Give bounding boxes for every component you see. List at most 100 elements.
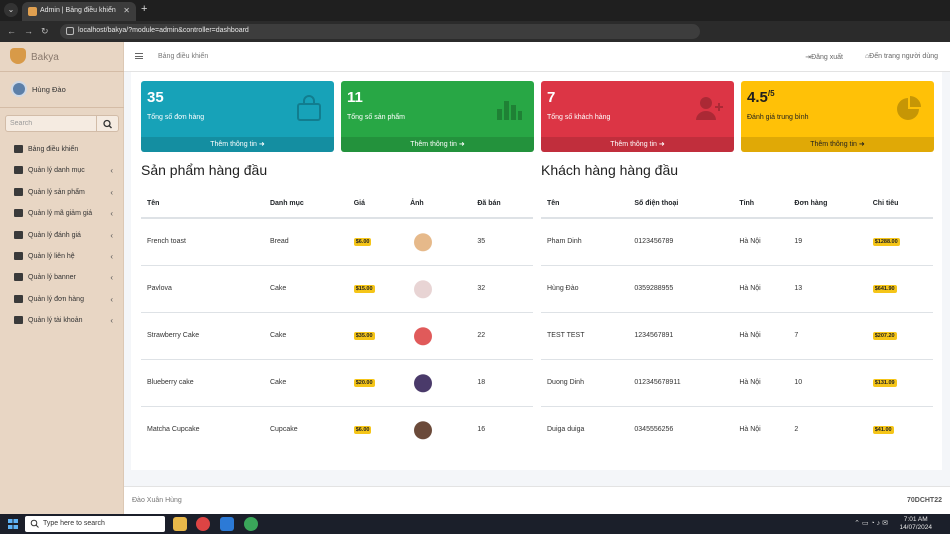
stat-value: 7	[547, 89, 556, 106]
sidebar-item-0[interactable]: Bảng điều khiển	[0, 139, 124, 160]
url-field[interactable]: localhost/bakya/?module=admin&controller…	[60, 24, 700, 39]
product-name: Pavlova	[141, 264, 264, 312]
taskbar-search[interactable]: Type here to search	[25, 516, 165, 532]
reload-icon[interactable]: ↻	[41, 26, 49, 37]
sidebar-item-3[interactable]: Quản lý mã giảm giá ‹	[0, 203, 124, 224]
sidebar-item-label: Quản lý tài khoản	[28, 317, 83, 325]
stat-label: Đánh giá trung bình	[747, 114, 809, 121]
file-explorer-icon[interactable]	[173, 517, 187, 531]
tab-search-button[interactable]: ⌄	[4, 3, 18, 17]
column-header[interactable]: Tên	[141, 189, 264, 219]
spent-badge: $41.00	[872, 425, 894, 434]
table-row[interactable]: French toast Bread $6.00 35	[141, 217, 533, 265]
gift-icon	[14, 209, 23, 218]
customer-orders: 7	[788, 311, 867, 359]
search-button[interactable]	[97, 115, 119, 132]
stat-label: Tổng số đơn hàng	[147, 114, 205, 121]
stat-box-2: 7 Tổng số khách hàng Thêm thông tin ➜	[541, 81, 734, 152]
top-products-table: Tên Danh mục Giá Ảnh Đã bán French toast Brea…	[141, 189, 533, 453]
chevron-left-icon: ‹	[110, 251, 113, 261]
back-icon[interactable]: ←	[7, 26, 16, 36]
site-info-icon[interactable]	[66, 27, 74, 35]
more-info-link[interactable]: Thêm thông tin ➜	[541, 137, 734, 152]
avatar	[11, 81, 27, 97]
table-row[interactable]: Hùng Đào 0359288955 Hà Nội 13 $641.90	[541, 264, 933, 312]
chrome-icon[interactable]	[196, 517, 210, 531]
logout-link[interactable]: ⇥Đăng xuất	[805, 53, 843, 61]
envelope-icon	[14, 251, 23, 260]
brand-name: Bakya	[31, 52, 59, 63]
spent-cell: $207.20	[866, 311, 933, 359]
column-header[interactable]: Chi tiêu	[866, 189, 933, 219]
user-name: Hùng Đào	[32, 85, 66, 94]
sidebar-item-8[interactable]: Quản lý tài khoản ‹	[0, 310, 124, 331]
browser-tab[interactable]: Admin | Bảng điều khiển ✕	[22, 2, 136, 21]
table-row[interactable]: Pavlova Cake $15.00 32	[141, 264, 533, 312]
stat-label: Tổng số khách hàng	[547, 114, 611, 121]
column-header[interactable]: Số điện thoại	[628, 189, 734, 219]
table-row[interactable]: Strawberry Cake Cake $35.00 22	[141, 311, 533, 359]
chevron-left-icon: ‹	[110, 273, 113, 283]
sidebar-item-6[interactable]: Quản lý banner ‹	[0, 267, 124, 288]
customer-phone: 0345556256	[628, 405, 734, 453]
new-tab-button[interactable]: +	[141, 4, 147, 15]
search-icon	[103, 119, 112, 129]
table-row[interactable]: Matcha Cupcake Cupcake $6.00 16	[141, 405, 533, 453]
table-row[interactable]: Duiga duiga 0345556256 Hà Nội 2 $41.00	[541, 405, 933, 453]
system-tray-icons[interactable]: ⌃ ▭ ◔ ♪ ✉	[854, 519, 888, 527]
column-header[interactable]: Tỉnh	[733, 189, 789, 219]
chevron-left-icon: ‹	[110, 316, 113, 326]
customer-name: TEST TEST	[541, 311, 629, 359]
windows-start-icon[interactable]	[8, 519, 18, 529]
user-panel[interactable]: Hùng Đào	[0, 72, 124, 108]
column-header[interactable]: Ảnh	[404, 189, 472, 219]
table-row[interactable]: Pham Dinh 0123456789 Hà Nội 19 $1288.00	[541, 217, 933, 265]
top-navbar: Bảng điều khiển ⇥Đăng xuất ⌂Đến trang ng…	[124, 42, 950, 72]
sidebar-item-label: Quản lý đánh giá	[28, 231, 81, 239]
more-info-link[interactable]: Thêm thông tin ➜	[341, 137, 534, 152]
app-icon[interactable]	[244, 517, 258, 531]
sidebar-item-7[interactable]: Quản lý đơn hàng ‹	[0, 289, 124, 310]
more-info-link[interactable]: Thêm thông tin ➜	[741, 137, 934, 152]
price-badge: $6.00	[353, 425, 372, 434]
arrow-circle-right-icon: ➜	[656, 141, 665, 148]
tab-title: Admin | Bảng điều khiển	[40, 7, 116, 14]
sidebar-item-1[interactable]: Quản lý danh mục ‹	[0, 160, 124, 181]
forward-icon[interactable]: →	[24, 26, 33, 36]
column-header[interactable]: Danh mục	[263, 189, 348, 219]
table-row[interactable]: Blueberry cake Cake $20.00 18	[141, 358, 533, 406]
price-cell: $35.00	[347, 311, 405, 359]
sidebar-item-5[interactable]: Quản lý liên hệ ‹	[0, 246, 124, 267]
search-icon	[30, 519, 39, 528]
price-badge: $35.00	[353, 331, 375, 340]
customer-name: Duong Dinh	[541, 358, 629, 406]
pie-chart-icon	[895, 95, 923, 121]
table-row[interactable]: TEST TEST 1234567891 Hà Nội 7 $207.20	[541, 311, 933, 359]
sidebar-item-2[interactable]: Quản lý sản phẩm ‹	[0, 182, 124, 203]
vscode-icon[interactable]	[220, 517, 234, 531]
breadcrumb[interactable]: Bảng điều khiển	[158, 53, 208, 60]
brand-link[interactable]: Bakya	[0, 42, 124, 72]
column-header[interactable]: Đơn hàng	[788, 189, 867, 219]
comment-icon	[14, 230, 23, 239]
spent-badge: $131.09	[872, 378, 897, 387]
column-header[interactable]: Đã bán	[471, 189, 533, 219]
more-info-link[interactable]: Thêm thông tin ➜	[141, 137, 334, 152]
sidebar-item-4[interactable]: Quản lý đánh giá ‹	[0, 225, 124, 246]
stat-value: 35	[147, 89, 164, 106]
brand-logo-icon	[10, 48, 26, 64]
product-image	[410, 415, 437, 442]
product-name: French toast	[141, 217, 264, 265]
user-page-link[interactable]: ⌂Đến trang người dùng	[865, 53, 938, 60]
column-header[interactable]: Giá	[347, 189, 405, 219]
image-cell	[404, 264, 472, 312]
column-header[interactable]: Tên	[541, 189, 629, 219]
menu-toggle-icon[interactable]	[135, 53, 143, 59]
product-category: Bread	[263, 217, 348, 265]
clock[interactable]: 7:01 AM 14/07/2024	[899, 516, 932, 532]
search-input[interactable]	[5, 115, 97, 132]
footer-author: Đào Xuân Hùng	[132, 497, 182, 504]
stat-value: 11	[347, 89, 363, 106]
close-tab-icon[interactable]: ✕	[123, 6, 130, 15]
table-row[interactable]: Duong Dinh 012345678911 Hà Nội 10 $131.09	[541, 358, 933, 406]
